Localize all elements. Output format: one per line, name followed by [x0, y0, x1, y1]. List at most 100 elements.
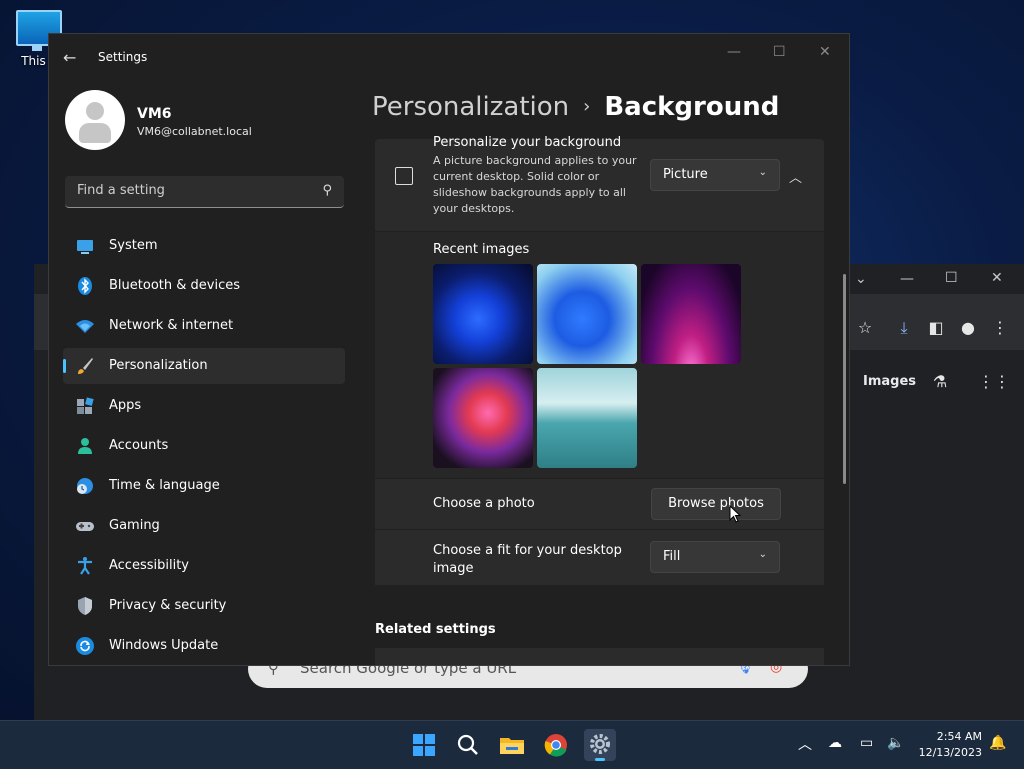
recent-images-label: Recent images [433, 242, 530, 257]
recent-image-thumbnail[interactable] [537, 368, 637, 468]
taskbar-search-button[interactable] [452, 729, 484, 761]
settings-window: ← Settings — ☐ ✕ VM6 VM6@collabnet.local… [48, 33, 850, 666]
sidebar-item-time-language[interactable]: Time & language [63, 468, 345, 504]
choose-photo-row: Choose a photo Browse photos [375, 479, 824, 529]
sidebar-item-privacy-security[interactable]: Privacy & security [63, 588, 345, 624]
background-type-dropdown[interactable]: Picture ⌄ [650, 159, 780, 191]
search-icon: ⚲ [322, 183, 332, 198]
chevron-down-icon: ⌄ [758, 549, 767, 560]
choose-fit-row: Choose a fit for your desktop image Fill… [375, 530, 824, 585]
user-name: VM6 [137, 106, 172, 122]
settings-taskbar-button[interactable] [584, 729, 616, 761]
scrollbar[interactable] [843, 274, 846, 484]
sidebar-item-label: Gaming [109, 518, 160, 533]
sidebar-item-apps[interactable]: Apps [63, 388, 345, 424]
minimize-button[interactable]: — [727, 44, 741, 60]
file-explorer-icon [500, 738, 524, 754]
page-title: Background [604, 92, 780, 122]
start-icon [413, 734, 435, 756]
chrome-button[interactable] [540, 729, 572, 761]
sidebar-item-system[interactable]: System [63, 228, 345, 264]
mouse-cursor-icon [729, 505, 741, 523]
avatar-body [79, 123, 111, 143]
shield-icon [78, 597, 92, 615]
find-setting-box[interactable]: ⚲ [65, 176, 344, 208]
maximize-button[interactable]: ☐ [773, 44, 786, 60]
related-settings-heading: Related settings [375, 622, 496, 637]
related-settings-card[interactable] [375, 648, 824, 665]
bookmark-star-icon[interactable]: ☆ [855, 318, 875, 338]
title-bar: ← Settings — ☐ ✕ [49, 34, 849, 82]
browser-minimize-button[interactable]: — [900, 271, 914, 287]
show-hidden-icons-chevron-icon[interactable]: ︿ [798, 734, 812, 754]
sidebar-item-label: Privacy & security [109, 598, 227, 613]
file-explorer-button[interactable] [496, 729, 528, 761]
browse-photos-button[interactable]: Browse photos [651, 488, 781, 520]
notification-bell-icon[interactable]: 🔔 [989, 735, 1006, 751]
sidebar-item-personalization[interactable]: Personalization [63, 348, 345, 384]
find-setting-input[interactable] [75, 182, 309, 199]
breadcrumb: Personalization › Background [372, 92, 779, 122]
google-apps-icon[interactable]: ⋮⋮ [978, 372, 1010, 392]
sidebar-item-label: System [109, 238, 158, 253]
sidebar-item-network[interactable]: Network & internet [63, 308, 345, 344]
sidebar-nav: System Bluetooth & devices Network & int… [63, 228, 345, 665]
recent-image-thumbnail[interactable] [433, 368, 533, 468]
sidebar-item-gaming[interactable]: Gaming [63, 508, 345, 544]
sidebar-item-bluetooth[interactable]: Bluetooth & devices [63, 268, 345, 304]
recent-image-thumbnail[interactable] [433, 264, 533, 364]
recent-image-thumbnail[interactable] [537, 264, 637, 364]
settings-icon [590, 734, 610, 754]
sidebar-item-accessibility[interactable]: Accessibility [63, 548, 345, 584]
paintbrush-icon [78, 358, 93, 374]
profile-icon[interactable]: ● [958, 318, 978, 338]
sidebar-item-windows-update[interactable]: Windows Update [63, 628, 345, 664]
browser-tab-list-icon[interactable]: ⌄ [855, 271, 867, 287]
fit-value: Fill [663, 549, 681, 564]
chrome-icon [544, 734, 567, 757]
accessibility-icon [78, 557, 92, 575]
clock-time: 2:54 AM [936, 730, 982, 743]
taskbar: ︿ ☁ ▭ 🔈 2:54 AM 12/13/2023 🔔 [0, 720, 1024, 769]
globe-clock-icon [77, 478, 93, 494]
browser-close-button[interactable]: ✕ [991, 270, 1003, 286]
recent-images-card: Recent images [375, 232, 824, 478]
breadcrumb-parent[interactable]: Personalization [372, 92, 569, 122]
fit-dropdown[interactable]: Fill ⌄ [650, 541, 780, 573]
personalize-background-description: A picture background applies to your cur… [433, 154, 637, 215]
back-arrow-icon[interactable]: ← [63, 48, 76, 67]
images-link[interactable]: Images [863, 374, 916, 389]
window-title: Settings [98, 50, 148, 64]
personalize-background-card[interactable]: Personalize your background A picture ba… [375, 135, 824, 231]
labs-flask-icon[interactable]: ⚗ [930, 372, 950, 392]
gamepad-icon [76, 522, 94, 531]
clock-date: 12/13/2023 [918, 746, 982, 759]
download-icon[interactable]: ⤓ [894, 318, 914, 338]
sidebar-item-label: Apps [109, 398, 142, 413]
personalize-background-heading: Personalize your background [433, 135, 622, 150]
background-type-value: Picture [663, 167, 708, 182]
start-button[interactable] [408, 729, 440, 761]
side-panel-icon[interactable]: ◧ [926, 318, 946, 338]
sidebar-item-label: Accessibility [109, 558, 189, 573]
breadcrumb-separator: › [583, 96, 591, 117]
system-clock[interactable]: 2:54 AM 12/13/2023 [912, 729, 982, 761]
browser-maximize-button[interactable]: ☐ [945, 270, 958, 286]
choose-photo-label: Choose a photo [433, 496, 535, 511]
avatar-head [86, 102, 104, 120]
active-app-indicator [595, 758, 605, 761]
browser-menu-icon[interactable]: ⋮ [990, 318, 1010, 338]
avatar[interactable] [65, 90, 125, 150]
sidebar-item-accounts[interactable]: Accounts [63, 428, 345, 464]
close-button[interactable]: ✕ [819, 44, 831, 60]
network-icon[interactable]: ▭ [860, 735, 873, 751]
volume-muted-icon[interactable]: 🔈 [887, 735, 904, 751]
chevron-down-icon: ⌄ [758, 167, 767, 178]
wifi-icon [76, 320, 94, 333]
recent-image-thumbnail[interactable] [641, 264, 741, 364]
onedrive-offline-icon[interactable]: ☁ [828, 735, 842, 751]
chevron-up-icon[interactable]: ︿ [789, 167, 802, 186]
sidebar-item-label: Windows Update [109, 638, 219, 653]
bluetooth-icon [78, 277, 92, 295]
apps-icon [77, 397, 94, 414]
